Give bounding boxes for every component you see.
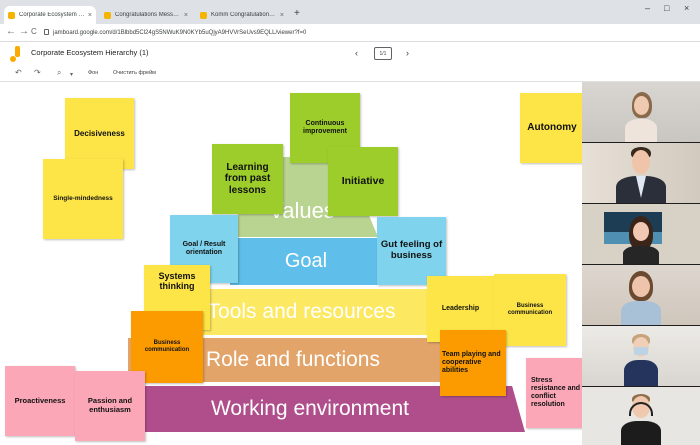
video-tile-participant-3[interactable] (582, 204, 700, 264)
browser-address-bar: ← → C jamboard.google.com/d/1Blbbd5Cl24g… (0, 24, 700, 42)
jamboard-toolbar: ↶ ↷ ⌕ ▾ Фон Очистить фрейм (0, 66, 700, 82)
sticky-note-single-mindedness[interactable]: Single-mindedness (43, 159, 123, 239)
participant-avatar (612, 147, 670, 203)
reload-button[interactable]: C (31, 26, 37, 38)
note-text: Goal / Result orientation (182, 240, 226, 256)
note-text: Team playing and cooperative abilities (442, 350, 501, 375)
note-text: Proactiveness (14, 395, 66, 405)
new-tab-button[interactable]: + (294, 9, 300, 19)
note-text: Business communication (507, 303, 553, 316)
back-button[interactable]: ← (6, 26, 16, 38)
browser-tab-congratulations-1[interactable]: Congratulations Message (1) - Goo... × (100, 6, 192, 24)
note-text: Autonomy (527, 122, 577, 134)
environment-label: Working environment (210, 397, 410, 420)
video-tile-participant-5[interactable] (582, 326, 700, 386)
video-tile-participant-4[interactable] (582, 265, 700, 325)
url-field[interactable]: jamboard.google.com/d/1Blbbd5Cl24gS5NWuK… (44, 27, 306, 39)
participant-avatar (621, 92, 661, 142)
close-tab-icon[interactable]: × (184, 12, 188, 19)
pyramid-goal-band: Goal (230, 238, 382, 285)
docs-favicon-icon (104, 11, 111, 19)
previous-frame-button[interactable]: ‹ (355, 47, 358, 59)
zoom-icon[interactable]: ⌕ (57, 67, 61, 79)
sticky-note-initiative[interactable]: Initiative (328, 147, 398, 216)
participant-avatar (621, 216, 661, 264)
note-text: Single-mindedness (53, 195, 113, 203)
note-text: Business communication (144, 340, 190, 353)
jamboard-header: Corporate Ecosystem Hierarchy (1) ‹ 1/1 … (0, 42, 700, 66)
browser-tab-jamboard[interactable]: Corporate Ecosystem Hierarchy (1) × (4, 6, 96, 24)
sticky-note-passion-and-enthusiasm[interactable]: Passion and enthusiasm (75, 371, 145, 441)
browser-tab-congratulations-2[interactable]: Komm Congratulations Message (2) - C... … (196, 6, 288, 24)
zoom-dropdown-icon[interactable]: ▾ (70, 69, 73, 81)
sticky-note-proactiveness[interactable]: Proactiveness (5, 366, 75, 436)
close-window-button[interactable]: × (684, 3, 689, 13)
note-text: Initiative (341, 175, 385, 188)
note-text: Continuous improvement (303, 119, 347, 135)
note-text: Leadership (441, 304, 480, 312)
sticky-note-learning-from-past-lessons[interactable]: Learning from past lessons (212, 144, 283, 214)
docs-favicon-icon (200, 11, 207, 19)
tools-label: Tools and resources (207, 300, 396, 323)
close-tab-icon[interactable]: × (88, 12, 92, 19)
url-text: jamboard.google.com/d/1Blbbd5Cl24gS5NWuK… (53, 30, 307, 36)
role-label: Role and functions (206, 348, 380, 371)
video-tile-participant-1[interactable] (582, 82, 700, 142)
close-tab-icon[interactable]: × (280, 12, 284, 19)
forward-button[interactable]: → (19, 26, 29, 38)
minimize-window-button[interactable]: – (645, 3, 650, 13)
sticky-note-stress-resistance[interactable]: Stress resistance and conflict resolutio… (526, 358, 582, 428)
sticky-note-autonomy[interactable]: Autonomy (520, 93, 582, 163)
lock-icon (44, 29, 49, 35)
tab-label: Corporate Ecosystem Hierarchy (1) (19, 12, 85, 18)
note-text: Systems thinking (158, 271, 196, 292)
tab-label: Congratulations Message (1) - Goo... (115, 12, 181, 18)
video-tile-participant-6[interactable] (582, 387, 700, 445)
document-title[interactable]: Corporate Ecosystem Hierarchy (1) (31, 48, 149, 57)
video-call-strip (582, 82, 700, 445)
video-tile-participant-2[interactable] (582, 143, 700, 203)
sticky-note-gut-feeling[interactable]: Gut feeling of business (377, 217, 446, 285)
frame-counter[interactable]: 1/1 (374, 47, 392, 60)
next-frame-button[interactable]: › (406, 47, 409, 59)
undo-button[interactable]: ↶ (15, 67, 22, 79)
browser-tab-bar: Corporate Ecosystem Hierarchy (1) × Cong… (0, 0, 700, 24)
note-text: Passion and enthusiasm (87, 396, 133, 414)
tab-label: Komm Congratulations Message (2) - C... (211, 12, 277, 18)
jamboard-logo-icon (10, 46, 22, 62)
participant-avatar (621, 334, 661, 386)
background-button[interactable]: Фон (88, 69, 98, 78)
jamboard-favicon-icon (8, 11, 15, 19)
sticky-note-team-playing[interactable]: Team playing and cooperative abilities (440, 330, 506, 396)
jamboard-canvas[interactable]: Values Goal Tools and resources Role and… (0, 82, 582, 445)
maximize-window-button[interactable]: □ (664, 3, 669, 13)
participant-avatar (619, 271, 663, 325)
note-text: Decisiveness (74, 128, 125, 138)
goal-label: Goal (284, 250, 328, 272)
note-text: Learning from past lessons (224, 161, 271, 196)
clear-frame-button[interactable]: Очистить фрейм (113, 69, 156, 78)
note-text: Stress resistance and conflict resolutio… (531, 376, 581, 409)
participant-avatar (618, 394, 664, 445)
note-text: Gut feeling of business (380, 239, 443, 261)
redo-button[interactable]: ↷ (34, 67, 41, 79)
